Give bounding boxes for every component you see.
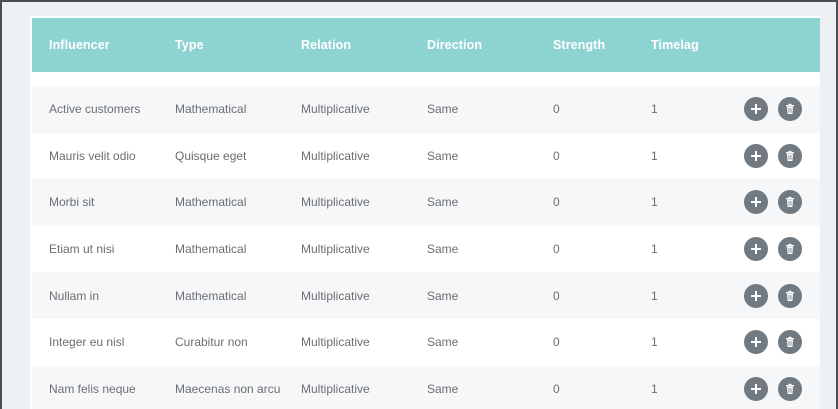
table-row: Morbi sit Mathematical Multiplicative Same 0… [32, 179, 820, 226]
cell-relation: Multiplicative [301, 381, 370, 396]
cell-strength: 0 [553, 195, 560, 210]
cell-type: Mathematical [175, 102, 247, 117]
cell-type: Mathematical [175, 195, 247, 210]
table-row: Mauris velit odio Quisque eget Multiplicat… [32, 132, 820, 180]
cell-type: Maecenas non arcu [175, 381, 281, 396]
row-actions [744, 133, 802, 180]
delete-button[interactable] [778, 283, 802, 308]
cell-direction: Same [427, 288, 459, 303]
cell-relation: Multiplicative [301, 335, 370, 350]
table-row: Integer eu nisl Curabitur non Multiplicati… [32, 318, 820, 366]
cell-timelag: 1 [651, 195, 658, 210]
cell-relation: Multiplicative [301, 195, 370, 210]
column-header-strength[interactable]: Strength [553, 18, 605, 72]
table-body: Active customers Mathematical Multiplicati… [32, 86, 820, 409]
table-header: Influencer Type Relation Direction Stren… [32, 18, 820, 72]
cell-relation: Multiplicative [301, 288, 370, 303]
cell-strength: 0 [553, 335, 560, 350]
cell-influencer: Morbi sit [49, 195, 95, 210]
cell-influencer: Nam felis neque [49, 381, 136, 396]
add-button[interactable] [744, 330, 768, 355]
plus-icon [750, 196, 762, 208]
add-button[interactable] [744, 283, 768, 308]
delete-button[interactable] [778, 237, 802, 262]
cell-type: Mathematical [175, 288, 247, 303]
cell-strength: 0 [553, 148, 560, 163]
column-header-relation[interactable]: Relation [301, 18, 351, 72]
table-row: Etiam ut nisi Mathematical Multiplicative S… [32, 225, 820, 273]
cell-timelag: 1 [651, 381, 658, 396]
row-actions [744, 86, 802, 133]
cell-relation: Multiplicative [301, 102, 370, 117]
plus-icon [750, 383, 762, 395]
window-frame: Influencer Type Relation Direction Stren… [0, 0, 838, 409]
cell-timelag: 1 [651, 242, 658, 257]
row-actions [744, 366, 802, 409]
cell-timelag: 1 [651, 335, 658, 350]
trash-icon [784, 383, 796, 395]
cell-type: Quisque eget [175, 148, 247, 163]
cell-direction: Same [427, 381, 459, 396]
add-button[interactable] [744, 143, 768, 168]
delete-button[interactable] [778, 376, 802, 401]
cell-influencer: Etiam ut nisi [49, 242, 115, 257]
cell-strength: 0 [553, 381, 560, 396]
add-button[interactable] [744, 237, 768, 262]
cell-direction: Same [427, 335, 459, 350]
trash-icon [784, 103, 796, 115]
cell-influencer: Nullam in [49, 288, 100, 303]
plus-icon [750, 243, 762, 255]
trash-icon [784, 196, 796, 208]
add-button[interactable] [744, 190, 768, 215]
add-button[interactable] [744, 376, 768, 401]
cell-direction: Same [427, 102, 459, 117]
cell-strength: 0 [553, 288, 560, 303]
trash-icon [784, 336, 796, 348]
cell-timelag: 1 [651, 288, 658, 303]
table-row: Nam felis neque Maecenas non arcu Multipli… [32, 365, 820, 409]
delete-button[interactable] [778, 190, 802, 215]
cell-direction: Same [427, 195, 459, 210]
cell-strength: 0 [553, 102, 560, 117]
column-header-type[interactable]: Type [175, 18, 204, 72]
cell-type: Curabitur non [175, 335, 248, 350]
plus-icon [750, 150, 762, 162]
trash-icon [784, 290, 796, 302]
cell-type: Mathematical [175, 242, 247, 257]
plus-icon [750, 103, 762, 115]
plus-icon [750, 336, 762, 348]
cell-relation: Multiplicative [301, 242, 370, 257]
row-actions [744, 272, 802, 319]
cell-strength: 0 [553, 242, 560, 257]
delete-button[interactable] [778, 97, 802, 122]
table-row: Active customers Mathematical Multiplicati… [32, 86, 820, 133]
cell-influencer: Integer eu nisl [49, 335, 125, 350]
influencers-table: Influencer Type Relation Direction Stren… [30, 16, 820, 409]
cell-direction: Same [427, 148, 459, 163]
cell-relation: Multiplicative [301, 148, 370, 163]
cell-timelag: 1 [651, 102, 658, 117]
delete-button[interactable] [778, 143, 802, 168]
trash-icon [784, 243, 796, 255]
column-header-direction[interactable]: Direction [427, 18, 482, 72]
row-actions [744, 179, 802, 226]
cell-timelag: 1 [651, 148, 658, 163]
plus-icon [750, 290, 762, 302]
cell-influencer: Mauris velit odio [49, 148, 136, 163]
column-header-timelag[interactable]: Timelag [651, 18, 699, 72]
row-actions [744, 226, 802, 273]
delete-button[interactable] [778, 330, 802, 355]
add-button[interactable] [744, 97, 768, 122]
column-header-influencer[interactable]: Influencer [49, 18, 110, 72]
cell-influencer: Active customers [49, 102, 141, 117]
table-row: Nullam in Mathematical Multiplicative Same 0… [32, 272, 820, 319]
cell-direction: Same [427, 242, 459, 257]
trash-icon [784, 150, 796, 162]
row-actions [744, 319, 802, 366]
